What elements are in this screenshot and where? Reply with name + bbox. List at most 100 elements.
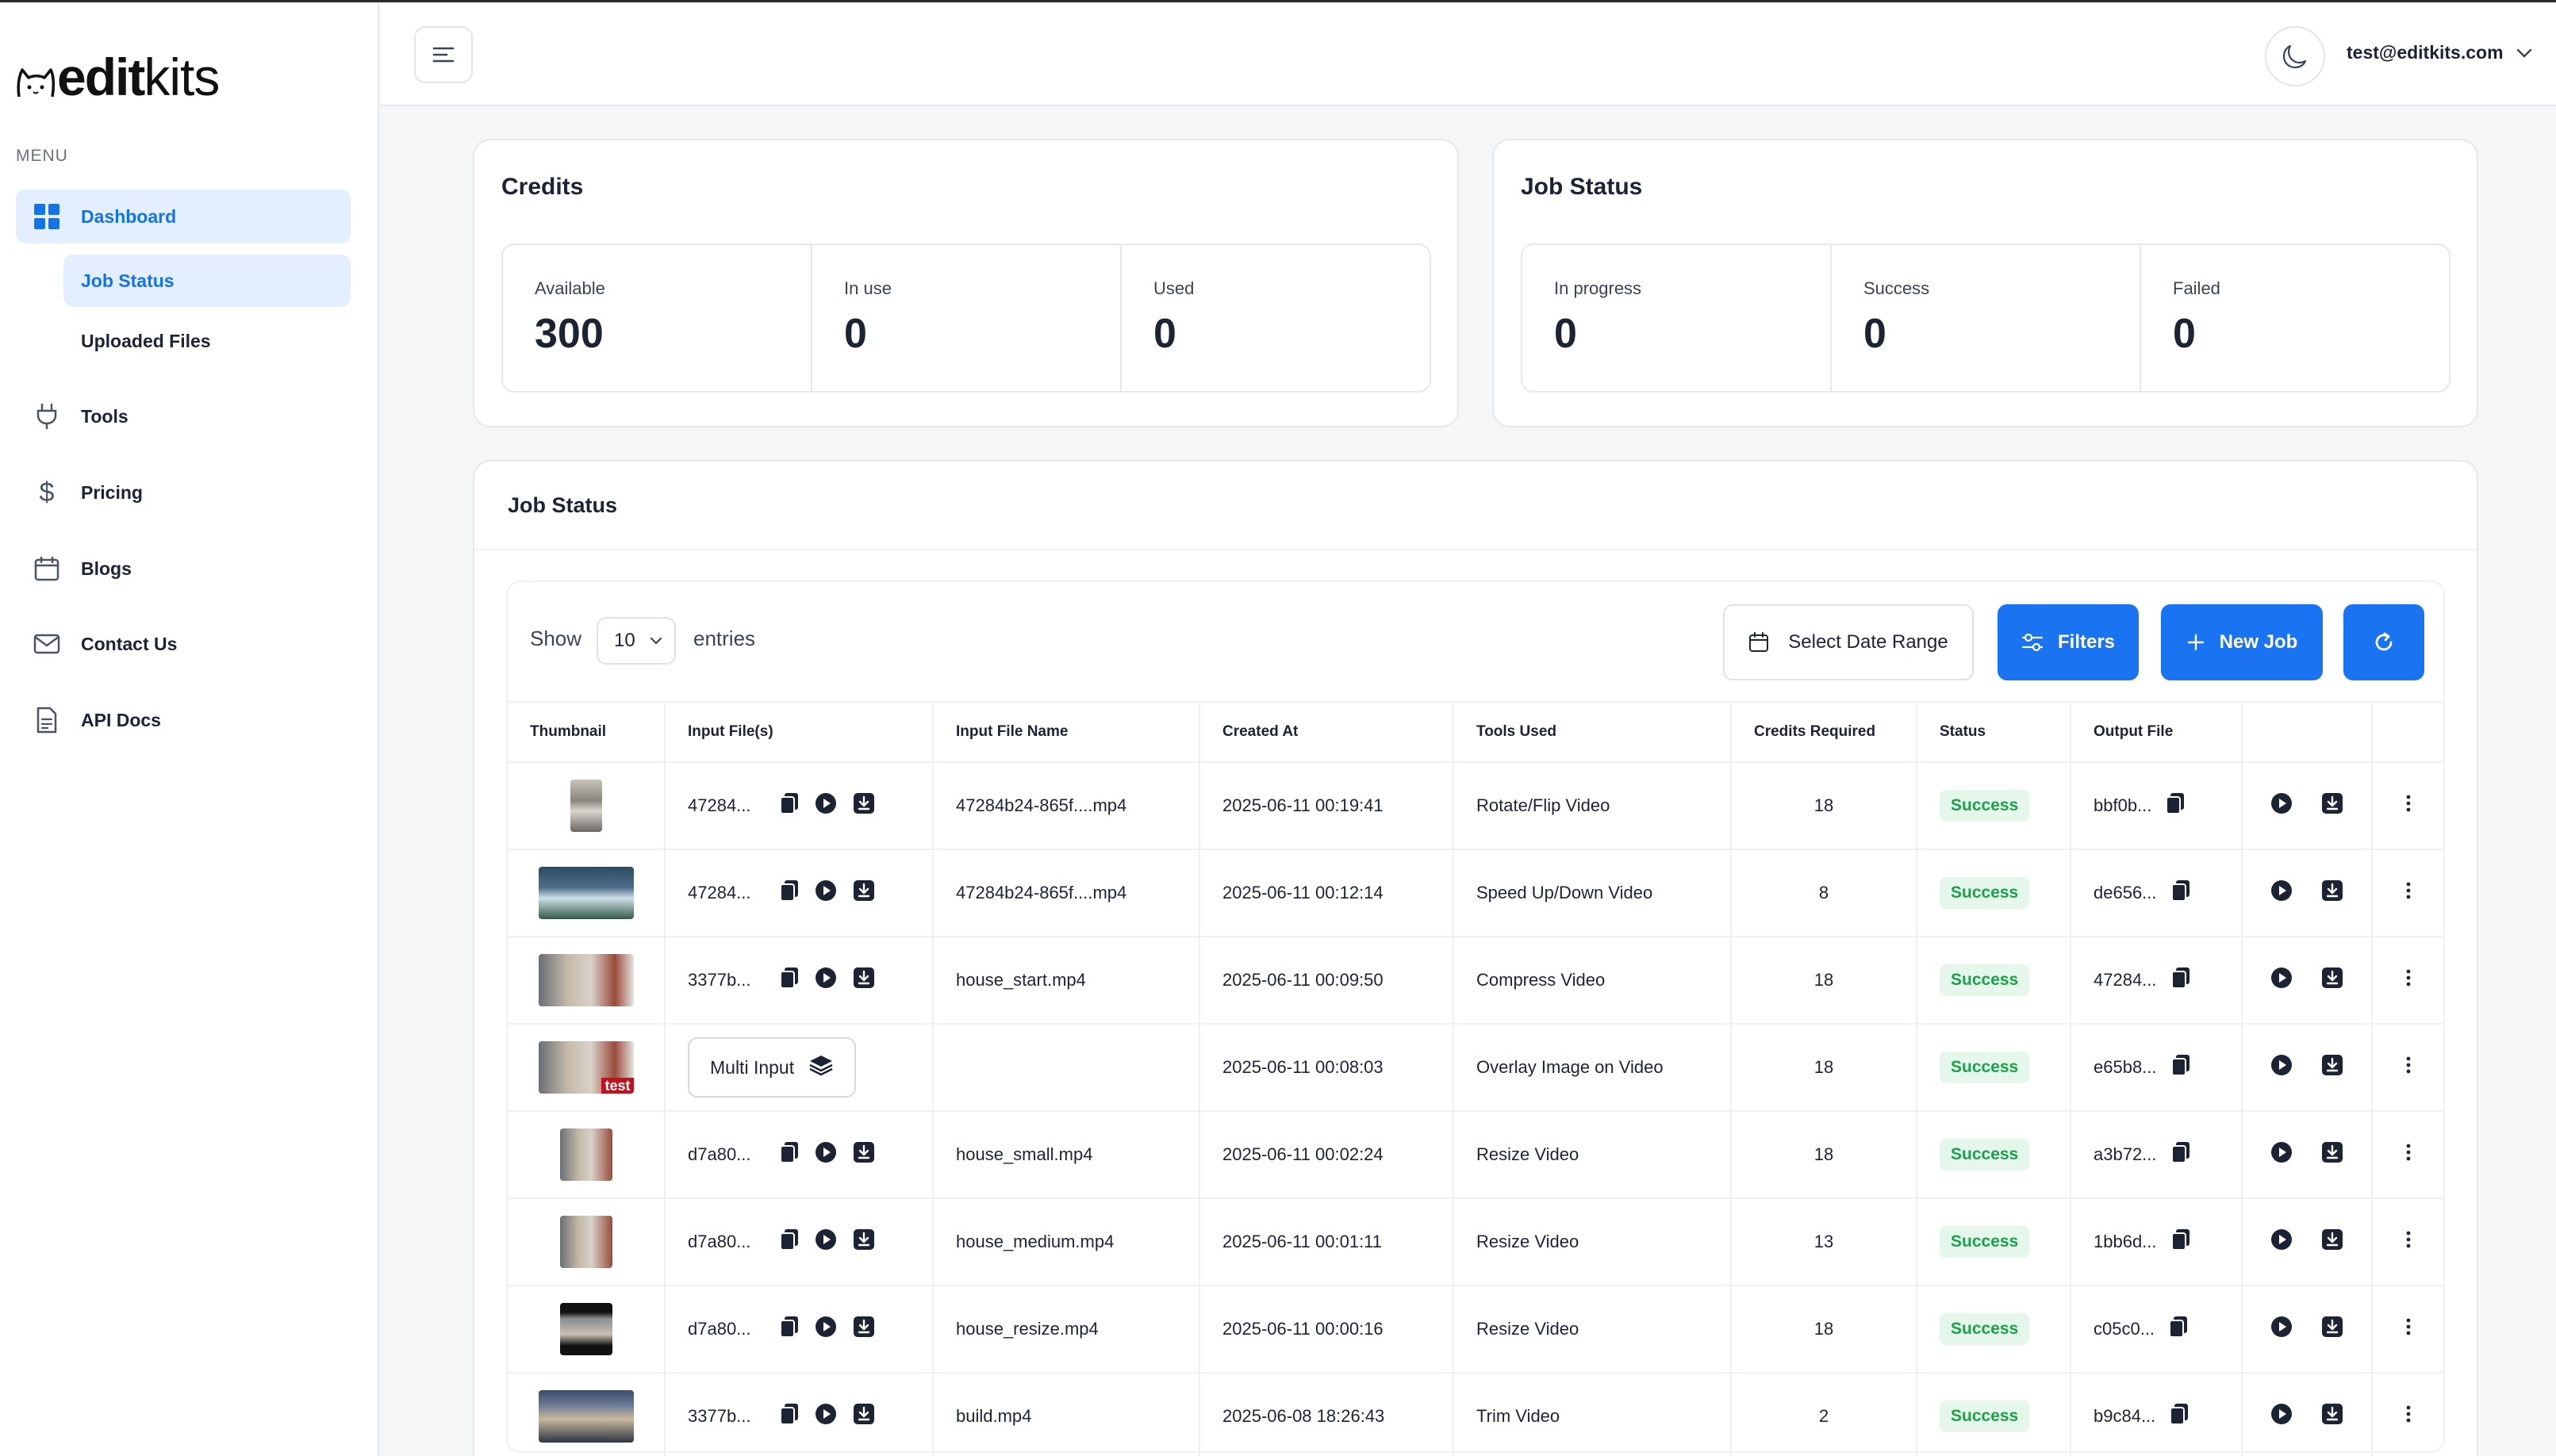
column-header[interactable]: Status	[1917, 701, 2071, 763]
download-icon[interactable]	[853, 792, 875, 819]
copy-icon[interactable]	[2170, 879, 2190, 906]
menu-toggle-button[interactable]	[414, 26, 473, 83]
video-thumbnail[interactable]	[559, 1128, 612, 1181]
download-icon[interactable]	[853, 879, 875, 906]
column-header[interactable]: Created At	[1199, 701, 1454, 763]
video-thumbnail[interactable]: test	[538, 1041, 634, 1094]
copy-icon[interactable]	[779, 1141, 799, 1168]
sidebar-item-tools[interactable]: Tools	[16, 389, 351, 443]
play-icon[interactable]	[2270, 967, 2293, 994]
play-icon[interactable]	[815, 879, 837, 906]
more-vertical-icon[interactable]	[2406, 1144, 2411, 1161]
table-row[interactable]: d7a80... house_small.mp4 2025-06-11 00:0…	[508, 1111, 2443, 1199]
column-header[interactable]: Tools Used	[1453, 701, 1732, 763]
sidebar-item-contact-us[interactable]: Contact Us	[16, 617, 351, 671]
download-icon[interactable]	[2321, 1403, 2343, 1430]
video-thumbnail[interactable]	[559, 1216, 612, 1268]
play-icon[interactable]	[2270, 879, 2293, 906]
play-icon[interactable]	[815, 1316, 837, 1343]
sidebar-item-uploaded-files[interactable]: Uploaded Files	[63, 315, 351, 367]
download-icon[interactable]	[2321, 792, 2343, 819]
sidebar-item-api-docs[interactable]: API Docs	[16, 693, 351, 747]
download-icon[interactable]	[2321, 967, 2343, 994]
play-icon[interactable]	[815, 792, 837, 819]
download-icon[interactable]	[853, 1141, 875, 1168]
logo-text-kits: kits	[144, 48, 220, 106]
more-vertical-icon[interactable]	[2406, 969, 2411, 987]
play-icon[interactable]	[2270, 1228, 2293, 1255]
user-menu[interactable]: test@editkits.com	[2347, 42, 2532, 63]
editkits-logo[interactable]: edit kits	[16, 46, 220, 106]
download-icon[interactable]	[2321, 1141, 2343, 1168]
copy-icon[interactable]	[2170, 967, 2190, 994]
more-vertical-icon[interactable]	[2406, 1231, 2411, 1248]
download-icon[interactable]	[853, 1403, 875, 1430]
copy-icon[interactable]	[2170, 1403, 2189, 1430]
video-thumbnail[interactable]	[559, 1303, 612, 1355]
more-vertical-icon[interactable]	[2406, 795, 2411, 812]
column-header[interactable]: Input File(s)	[665, 701, 934, 763]
copy-icon[interactable]	[2170, 1228, 2190, 1255]
copy-icon[interactable]	[2169, 1316, 2188, 1343]
play-icon[interactable]	[2270, 1054, 2293, 1081]
download-icon[interactable]	[2321, 879, 2343, 906]
play-icon[interactable]	[2270, 792, 2293, 819]
more-vertical-icon[interactable]	[2406, 882, 2411, 899]
sidebar-item-label: Pricing	[81, 481, 143, 503]
table-row[interactable]: 47284... 47284b24-865f....mp4 2025-06-11…	[508, 849, 2443, 937]
filters-button[interactable]: Filters	[1998, 604, 2139, 680]
play-icon[interactable]	[815, 1228, 837, 1255]
copy-icon[interactable]	[2170, 1054, 2190, 1081]
entries-select[interactable]: 10	[597, 617, 676, 665]
table-row[interactable]: d7a80... house_resize.mp4 2025-06-11 00:…	[508, 1285, 2443, 1374]
sidebar-item-dashboard[interactable]: Dashboard	[16, 190, 351, 243]
more-vertical-icon[interactable]	[2406, 1318, 2411, 1335]
play-icon[interactable]	[2270, 1141, 2293, 1168]
video-thumbnail[interactable]	[538, 954, 634, 1006]
play-icon[interactable]	[2270, 1403, 2293, 1430]
download-icon[interactable]	[2321, 1228, 2343, 1255]
sidebar-item-blogs[interactable]: Blogs	[16, 542, 351, 596]
video-thumbnail[interactable]	[538, 867, 634, 919]
copy-icon[interactable]	[779, 879, 799, 906]
input-files-cell: d7a80...	[665, 1111, 934, 1199]
table-row[interactable]: 47284... 47284b24-865f....mp4 2025-06-11…	[508, 762, 2443, 850]
download-icon[interactable]	[853, 1316, 875, 1343]
play-icon[interactable]	[815, 1141, 837, 1168]
sidebar-item-pricing[interactable]: $ Pricing	[16, 466, 351, 519]
download-icon[interactable]	[2321, 1316, 2343, 1343]
dark-mode-toggle[interactable]	[2265, 26, 2325, 86]
copy-icon[interactable]	[2170, 1141, 2190, 1168]
copy-icon[interactable]	[779, 1316, 799, 1343]
table-row[interactable]: test Multi Input 2025-06-11 00:08:03 Ove…	[508, 1024, 2443, 1112]
column-header[interactable]: Credits Required	[1731, 701, 1917, 763]
table-row[interactable]: d7a80... house_medium.mp4 2025-06-11 00:…	[508, 1198, 2443, 1286]
table-row[interactable]: 3377b... build.mp4 2025-06-08 18:26:43 T…	[508, 1373, 2443, 1456]
refresh-button[interactable]	[2343, 604, 2424, 680]
new-job-button[interactable]: New Job	[2161, 604, 2323, 680]
thumbnail-cell	[508, 937, 666, 1025]
copy-icon[interactable]	[779, 1403, 799, 1430]
download-icon[interactable]	[2321, 1054, 2343, 1081]
play-icon[interactable]	[815, 967, 837, 994]
copy-icon[interactable]	[2166, 792, 2185, 819]
copy-icon[interactable]	[779, 967, 799, 994]
more-vertical-icon[interactable]	[2406, 1056, 2411, 1074]
copy-icon[interactable]	[779, 792, 799, 819]
multi-input-button[interactable]: Multi Input	[688, 1037, 857, 1098]
column-header[interactable]: Thumbnail	[508, 701, 666, 763]
row-menu-cell	[2372, 762, 2443, 850]
more-vertical-icon[interactable]	[2406, 1405, 2411, 1423]
download-icon[interactable]	[853, 967, 875, 994]
date-range-button[interactable]: Select Date Range	[1723, 604, 1974, 680]
play-icon[interactable]	[815, 1403, 837, 1430]
video-thumbnail[interactable]	[538, 1390, 634, 1443]
video-thumbnail[interactable]	[570, 780, 602, 832]
copy-icon[interactable]	[779, 1228, 799, 1255]
column-header[interactable]: Input File Name	[933, 701, 1200, 763]
play-icon[interactable]	[2270, 1316, 2293, 1343]
column-header[interactable]: Output File	[2071, 701, 2243, 763]
download-icon[interactable]	[853, 1228, 875, 1255]
sidebar-item-job-status[interactable]: Job Status	[63, 255, 351, 307]
table-row[interactable]: 3377b... house_start.mp4 2025-06-11 00:0…	[508, 937, 2443, 1025]
